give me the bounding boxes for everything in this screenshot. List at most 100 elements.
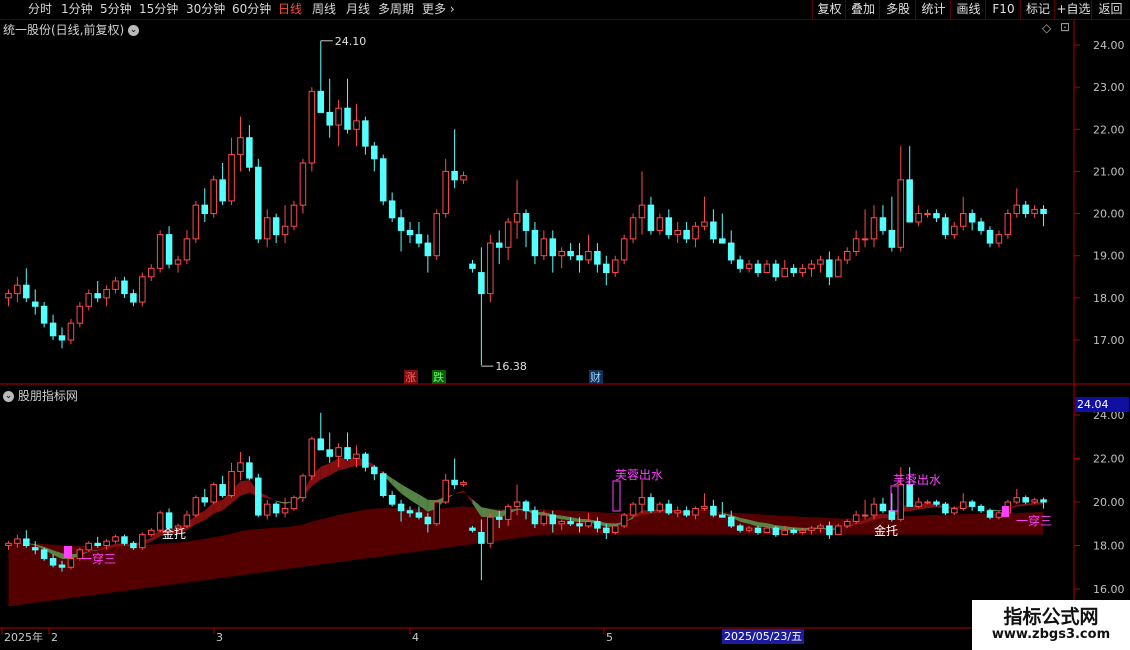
band-segment-up	[204, 501, 214, 521]
candle-body	[719, 514, 726, 518]
candle-body	[727, 516, 735, 527]
candle-body	[504, 505, 512, 520]
candle-body	[959, 501, 967, 510]
candle-body	[442, 170, 449, 215]
watermark-url: www.zbgs3.com	[991, 627, 1111, 642]
candle-body	[968, 213, 976, 223]
candle-body	[326, 449, 333, 457]
candle-body	[451, 170, 458, 181]
candle-body	[549, 514, 557, 525]
main-axis-label: 21.00	[1093, 165, 1125, 178]
candle-body	[790, 529, 797, 533]
candle-body	[388, 494, 396, 505]
candle-body	[665, 503, 673, 514]
candle-body	[192, 204, 200, 240]
candle-body	[629, 503, 637, 516]
signal-label: 金托	[874, 523, 898, 538]
candle-body	[576, 523, 583, 527]
candle-body	[353, 120, 360, 130]
candle-body	[986, 510, 994, 518]
indicator-axis-label: 16.00	[1093, 583, 1125, 596]
indicator-axis-label: 18.00	[1093, 540, 1125, 553]
candle-body	[826, 525, 833, 536]
candle-body	[112, 280, 119, 290]
candle-body	[281, 225, 289, 236]
candle-body	[299, 162, 307, 206]
candle-body	[1031, 499, 1038, 503]
candle-body	[951, 508, 958, 514]
candle-body	[808, 527, 815, 531]
low-price-label: 16.38	[495, 360, 527, 373]
event-marker: 跌	[433, 370, 444, 384]
candle-body	[478, 531, 485, 544]
candle-body	[415, 234, 423, 244]
candle-body	[156, 234, 164, 269]
candle-body	[281, 508, 289, 514]
candle-body	[585, 251, 592, 261]
candle-body	[76, 305, 84, 324]
candle-body	[210, 179, 217, 215]
candle-body	[977, 221, 985, 231]
time-axis-label: 5	[606, 631, 613, 644]
candle-body	[14, 284, 21, 295]
candle-body	[522, 501, 530, 512]
candle-body	[433, 213, 441, 257]
kline-chart[interactable]: 24.00 23.00 22.00 21.00 20.00 19.00 18.00 17.00…	[0, 0, 1130, 650]
candle-body	[781, 267, 789, 278]
candle-body	[451, 479, 458, 486]
signal-bar	[64, 546, 72, 558]
candle-body	[371, 466, 378, 475]
candle-body	[147, 529, 155, 536]
candle-body	[817, 259, 824, 265]
candle-body	[31, 547, 39, 551]
candle-body	[237, 137, 244, 156]
candle-body	[290, 497, 298, 510]
candle-body	[754, 527, 762, 533]
candle-body	[353, 453, 360, 459]
candle-body	[139, 276, 146, 303]
candle-body	[14, 538, 21, 544]
candle-body	[638, 204, 646, 219]
candle-body	[897, 179, 905, 248]
band-segment-up	[338, 458, 348, 471]
candle-body	[879, 503, 887, 512]
band-segment-up	[1034, 502, 1044, 505]
candle-body	[424, 516, 432, 525]
candle-body	[665, 217, 673, 236]
main-axis-label: 22.00	[1093, 123, 1125, 136]
candle-body	[290, 204, 298, 227]
candle-body	[487, 516, 494, 544]
candle-body	[121, 536, 128, 544]
candle-body	[344, 107, 351, 130]
time-axis-label: 3	[216, 631, 223, 644]
candle-body	[736, 525, 744, 531]
candle-body	[540, 514, 548, 525]
candle-body	[933, 213, 940, 219]
candle-body	[522, 213, 530, 231]
candle-body	[995, 512, 1003, 518]
candle-body	[183, 514, 191, 527]
band-segment-down	[401, 484, 410, 500]
candle-body	[23, 284, 30, 299]
candle-body	[165, 512, 173, 529]
candle-body	[424, 242, 432, 257]
candle-body	[540, 238, 548, 257]
candle-body	[139, 534, 146, 549]
candle-body	[103, 540, 110, 547]
candle-body	[49, 322, 57, 337]
candle-body	[888, 510, 896, 520]
candle-body	[255, 477, 262, 516]
signal-label: 一穿三	[1016, 513, 1052, 528]
candle-body	[959, 213, 967, 227]
candle-body	[558, 521, 565, 525]
candle-body	[620, 514, 628, 527]
candle-body	[977, 505, 985, 512]
candle-body	[933, 501, 940, 505]
candle-body	[594, 251, 601, 265]
candle-body	[861, 514, 869, 517]
band-segment-up	[267, 495, 277, 502]
candle-body	[379, 158, 387, 202]
candle-body	[388, 200, 396, 219]
candle-body	[67, 322, 75, 341]
band-segment-up	[240, 480, 250, 496]
